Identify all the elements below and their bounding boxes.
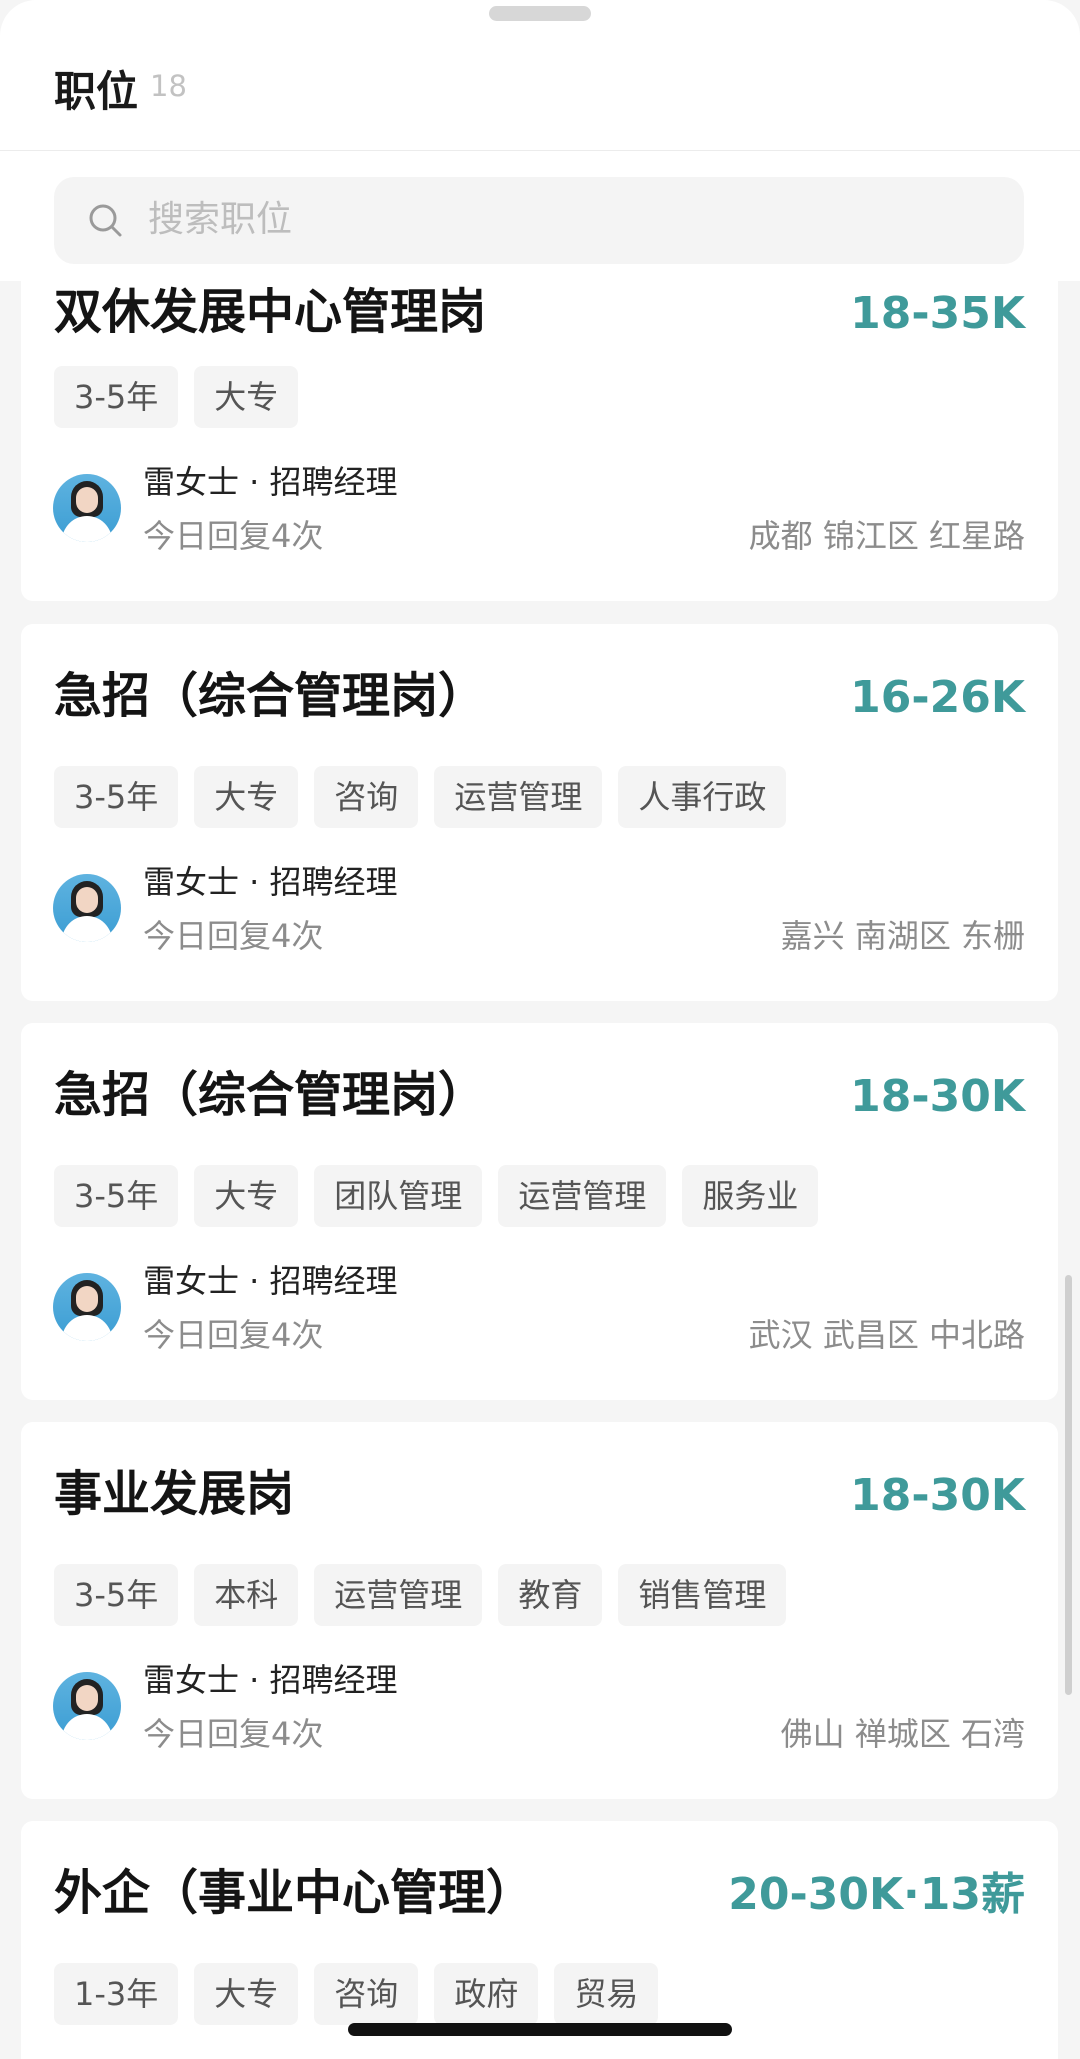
recruiter-avatar [53,1273,121,1341]
scrollbar[interactable] [1065,1275,1072,1695]
job-tags: 3-5年 大专 [54,366,299,428]
search-bar: 搜索职位 [0,151,1080,281]
job-salary: 20-30K·13薪 [728,1869,1025,1920]
job-tags: 1-3年 大专 咨询 政府 贸易 [54,1963,659,2025]
job-tag: 3-5年 [54,366,179,428]
job-tag: 运营管理 [314,1564,483,1626]
job-card[interactable]: 事业发展岗 18-30K 3-5年 本科 运营管理 教育 销售管理 雷女士 · … [21,1422,1058,1799]
job-tag: 3-5年 [54,1165,179,1227]
job-salary: 16-26K [850,672,1025,723]
job-location: 武汉 武昌区 中北路 [748,1316,1025,1354]
job-tag: 团队管理 [314,1165,483,1227]
job-list-sheet: 职位 18 搜索职位 双休发展中心管理岗 18-35K 3-5年 大专 雷女士 … [0,0,1080,2059]
job-title: 双休发展中心管理岗 [54,284,487,340]
job-tag: 大专 [194,1963,299,2025]
job-tag: 运营管理 [434,766,603,828]
recruiter-name: 雷女士 · 招聘经理 [143,1661,398,1699]
job-tags: 3-5年 大专 咨询 运营管理 人事行政 [54,766,787,828]
job-title: 外企（事业中心管理） [54,1865,535,1921]
job-tag: 咨询 [314,766,419,828]
job-tags: 3-5年 大专 团队管理 运营管理 服务业 [54,1165,819,1227]
job-tag: 1-3年 [54,1963,179,2025]
job-tag: 大专 [194,766,299,828]
sheet-grab-handle[interactable] [489,6,591,21]
job-tag: 大专 [194,1165,299,1227]
job-tag: 教育 [498,1564,603,1626]
job-location: 成都 锦江区 红星路 [748,517,1025,555]
reply-stats: 今日回复4次 [143,517,324,555]
job-tag: 咨询 [314,1963,419,2025]
job-tag: 销售管理 [618,1564,787,1626]
job-card[interactable]: 急招（综合管理岗） 16-26K 3-5年 大专 咨询 运营管理 人事行政 雷女… [21,624,1058,1001]
job-tags: 3-5年 本科 运营管理 教育 销售管理 [54,1564,787,1626]
job-tag: 政府 [434,1963,539,2025]
job-tag: 3-5年 [54,1564,179,1626]
reply-stats: 今日回复4次 [143,1715,324,1753]
search-placeholder: 搜索职位 [148,199,293,240]
job-salary: 18-30K [850,1470,1025,1521]
job-tag: 服务业 [682,1165,819,1227]
job-tag: 大专 [194,366,299,428]
job-tag: 贸易 [554,1963,659,2025]
job-tag: 3-5年 [54,766,179,828]
reply-stats: 今日回复4次 [143,917,324,955]
search-icon [89,204,122,237]
recruiter-name: 雷女士 · 招聘经理 [143,863,398,901]
job-salary: 18-35K [850,288,1025,339]
job-count: 18 [150,69,187,103]
recruiter-avatar [53,874,121,942]
home-indicator [348,2023,732,2036]
job-tag: 人事行政 [618,766,787,828]
recruiter-name: 雷女士 · 招聘经理 [143,1262,398,1300]
job-tag: 本科 [194,1564,299,1626]
search-input[interactable]: 搜索职位 [54,177,1024,264]
header: 职位 18 [0,0,1080,151]
job-salary: 18-30K [850,1071,1025,1122]
job-location: 嘉兴 南湖区 东栅 [780,917,1025,955]
job-location: 佛山 禅城区 石湾 [780,1715,1025,1753]
job-card[interactable]: 急招（综合管理岗） 18-30K 3-5年 大专 团队管理 运营管理 服务业 雷… [21,1023,1058,1400]
reply-stats: 今日回复4次 [143,1316,324,1354]
job-tag: 运营管理 [498,1165,667,1227]
recruiter-name: 雷女士 · 招聘经理 [143,463,398,501]
page-title: 职位 [54,67,139,116]
job-title: 急招（综合管理岗） [54,668,487,724]
recruiter-avatar [53,1672,121,1740]
job-title: 事业发展岗 [54,1466,295,1522]
recruiter-avatar [53,474,121,542]
job-title: 急招（综合管理岗） [54,1067,487,1123]
